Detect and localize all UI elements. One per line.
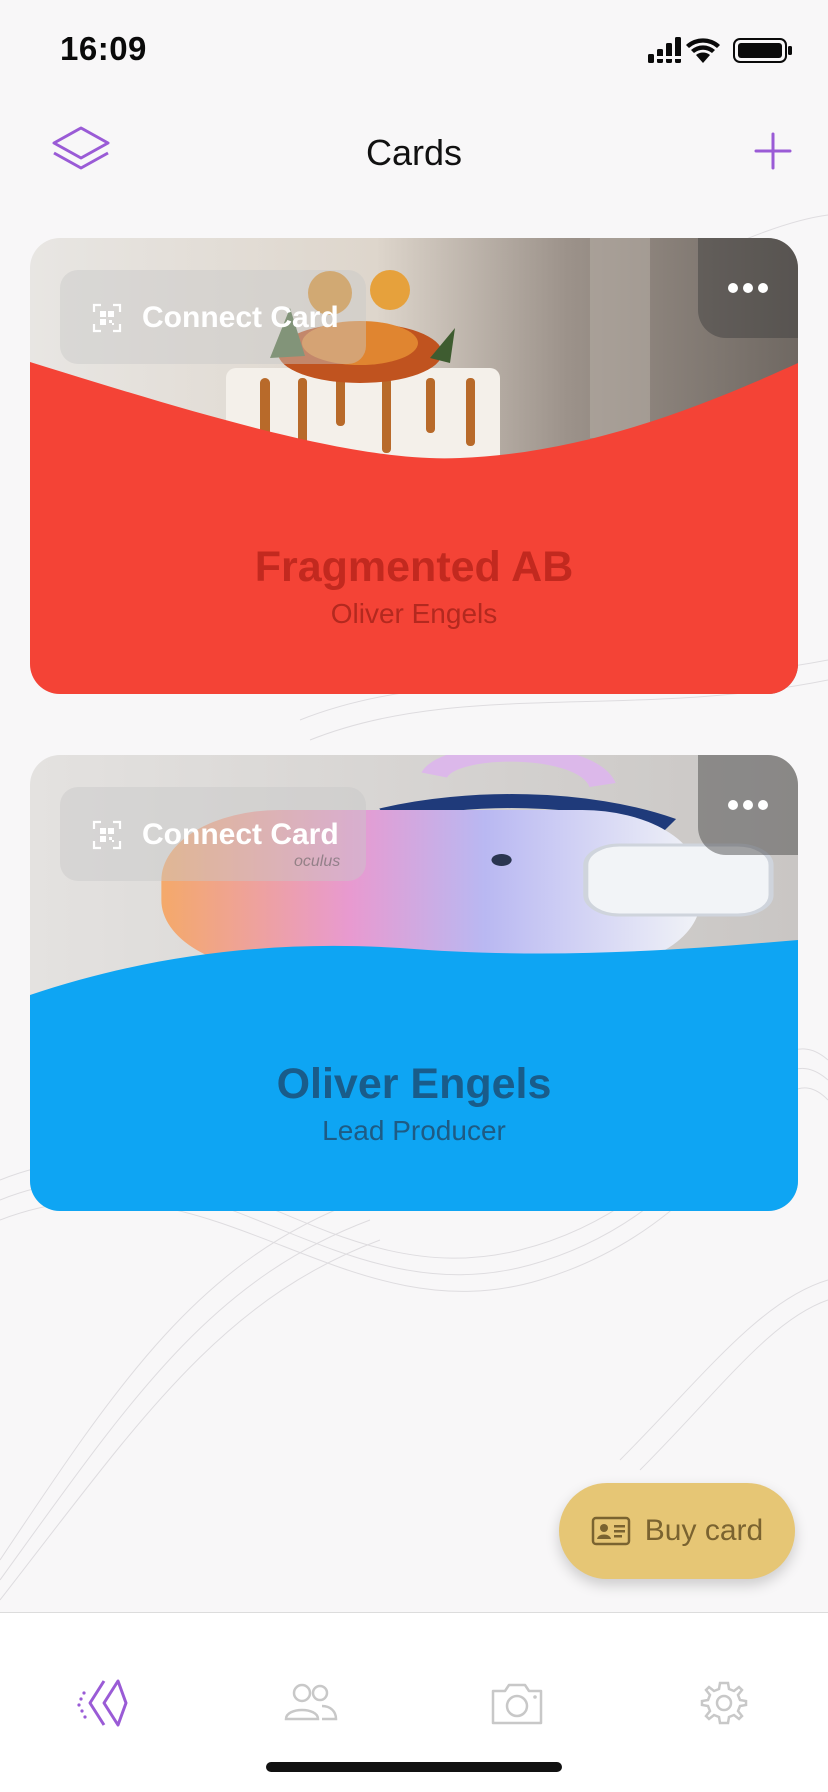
photo-watermark: oculus bbox=[294, 853, 341, 870]
buy-card-label: Buy card bbox=[644, 1514, 764, 1547]
more-icon bbox=[728, 800, 768, 810]
connect-card-label: Connect Card bbox=[142, 301, 339, 334]
card-options-button[interactable] bbox=[698, 238, 798, 338]
status-time: 16:09 bbox=[60, 30, 147, 67]
add-icon[interactable] bbox=[750, 128, 796, 174]
id-card-icon bbox=[591, 1516, 631, 1546]
cards-logo-icon[interactable] bbox=[74, 1675, 134, 1731]
qr-code-icon bbox=[92, 303, 122, 333]
people-icon[interactable] bbox=[280, 1675, 340, 1731]
business-card[interactable]: Connect Card Fragmented AB Oliver Engels bbox=[30, 238, 798, 694]
cellular-signal-icon bbox=[648, 37, 681, 63]
nav-bar: Cards bbox=[0, 110, 828, 200]
buy-card-button[interactable]: Buy card bbox=[559, 1483, 795, 1579]
battery-icon bbox=[733, 38, 792, 63]
card-subtitle: Oliver Engels bbox=[330, 598, 498, 629]
qr-code-icon bbox=[92, 820, 122, 850]
card-title: Fragmented AB bbox=[254, 543, 574, 591]
card-title: Oliver Engels bbox=[276, 1060, 552, 1108]
business-card[interactable]: oculus Connect Card Oliver Engels Lead P… bbox=[30, 755, 798, 1211]
camera-icon[interactable] bbox=[487, 1675, 547, 1731]
status-icons bbox=[648, 37, 792, 63]
gear-icon[interactable] bbox=[694, 1675, 754, 1731]
connect-card-row[interactable]: Connect Card bbox=[92, 298, 339, 338]
more-icon bbox=[728, 283, 768, 293]
page-title: Cards bbox=[365, 132, 463, 173]
home-indicator bbox=[266, 1762, 562, 1772]
card-options-button[interactable] bbox=[698, 755, 798, 855]
status-bar: 16:09 bbox=[0, 0, 828, 100]
connect-card-label: Connect Card bbox=[142, 818, 339, 851]
card-subtitle: Lead Producer bbox=[322, 1115, 506, 1146]
wifi-icon bbox=[686, 38, 720, 63]
connect-card-row[interactable]: Connect Card bbox=[92, 815, 339, 855]
